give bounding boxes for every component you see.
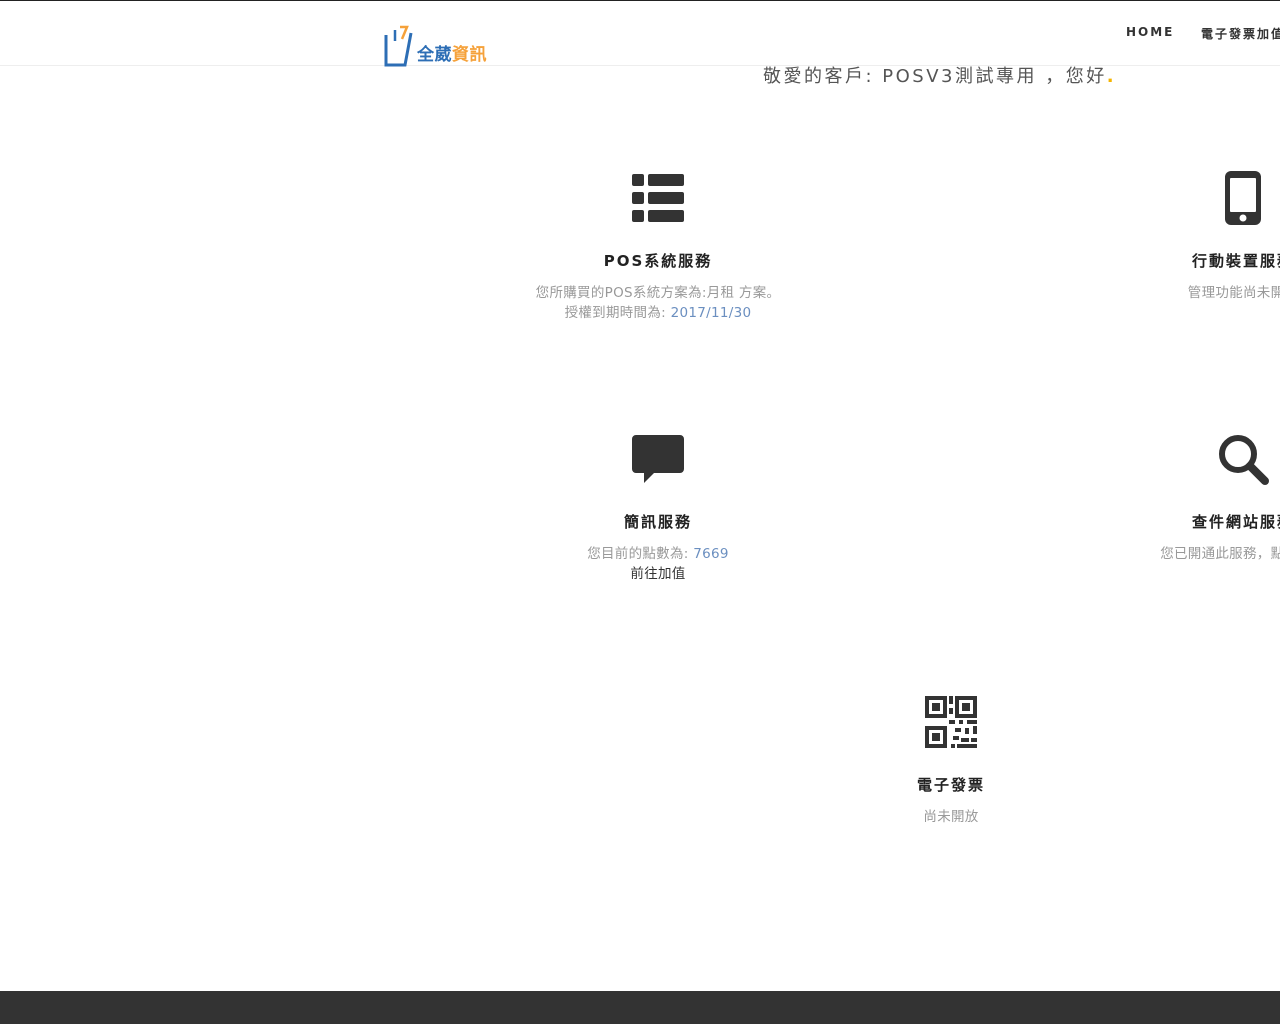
pos-plan-prefix: 您所購買的 (535, 285, 605, 301)
service-search-title: 查件網站服務 (1191, 513, 1280, 531)
service-sms: 簡訊服務 您目前的點數為: 7669 前往加值 (478, 429, 838, 584)
sms-points-value: 7669 (693, 546, 729, 562)
service-sms-title: 簡訊服務 (623, 513, 692, 531)
service-einvoice: 電子發票 尚未開放 (771, 692, 1131, 827)
qr-code-icon (771, 692, 1131, 752)
service-einvoice-title: 電子發票 (916, 776, 985, 794)
service-mobile-desc: 管理功能尚未開放 (1187, 285, 1280, 301)
service-pos: POS系統服務 您所購買的POS系統方案為:月租 方案。 授權到期時間為: 20… (478, 168, 838, 323)
pos-plan-value: POS系統方案為:月租 方案。 (604, 285, 781, 301)
logo-text-blue: 全葳 (417, 45, 452, 65)
service-pos-desc: 您所購買的POS系統方案為:月租 方案。 授權到期時間為: 2017/11/30 (478, 283, 838, 323)
service-einvoice-desc: 尚未開放 (923, 809, 979, 825)
service-mobile-title: 行動裝置服務 (1191, 252, 1280, 270)
service-pos-title: POS系統服務 (603, 252, 713, 270)
logo[interactable]: 全葳資訊 (383, 23, 487, 67)
footer (0, 991, 1280, 1024)
service-search-desc[interactable]: 您已開通此服務，點此前往 (1063, 544, 1280, 564)
sms-topup-link[interactable]: 前往加值 (478, 564, 838, 584)
nav-home-link[interactable]: HOME (1126, 25, 1174, 39)
logo-mark-icon (384, 25, 413, 67)
greeting: 敬愛的客戶: POSV3測試專用 ，您好. (763, 62, 1116, 88)
search-icon (1063, 429, 1280, 489)
sms-points-label: 您目前的點數為: (587, 546, 694, 562)
mobile-phone-icon (1063, 168, 1280, 228)
service-mobile: 行動裝置服務 管理功能尚未開放 (1063, 168, 1280, 303)
nav-einvoice-link[interactable]: 電子發票加值 (1201, 25, 1280, 42)
pos-expiry-date: 2017/11/30 (670, 305, 752, 321)
service-search: 查件網站服務 您已開通此服務，點此前往 (1063, 429, 1280, 564)
chat-bubble-icon (478, 429, 838, 489)
service-sms-desc: 您目前的點數為: 7669 前往加值 (478, 544, 838, 584)
logo-text-orange: 資訊 (452, 45, 487, 65)
pos-expiry-label: 授權到期時間為: (564, 305, 671, 321)
greeting-text: 敬愛的客戶: POSV3測試專用 ，您好 (763, 66, 1107, 87)
logo-text: 全葳資訊 (417, 40, 487, 65)
greeting-dot: . (1106, 66, 1117, 87)
navbar: 全葳資訊 HOME 電子發票加值 (0, 1, 1280, 67)
list-icon (478, 168, 838, 228)
